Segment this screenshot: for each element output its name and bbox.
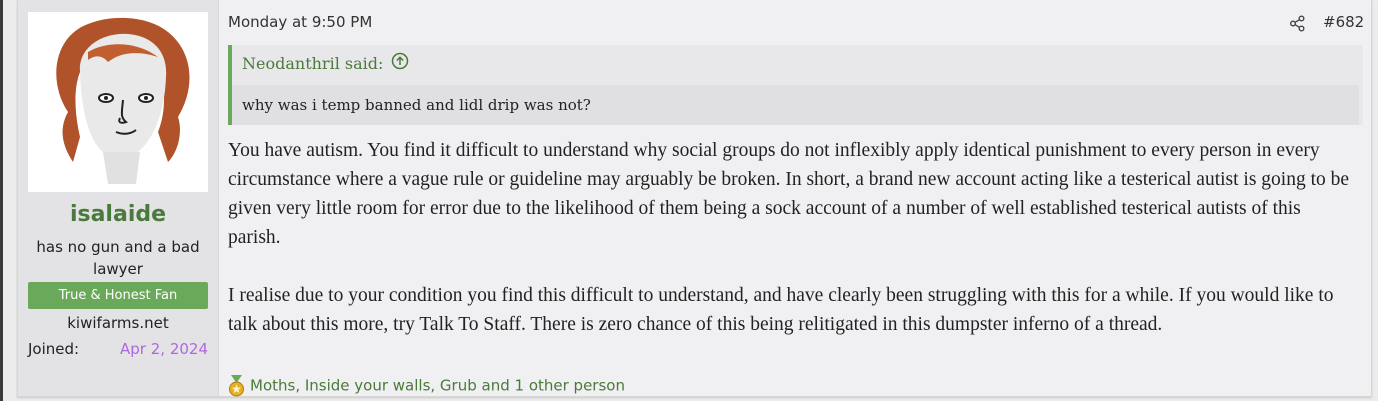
post-paragraph: You have autism. You find it difficult t… — [228, 140, 1350, 248]
post-main: Monday at 9:50 PM #682 Neodanthril said:… — [228, 0, 1364, 397]
quote-text: why was i temp banned and lidl drip was … — [232, 85, 1359, 125]
post-date[interactable]: Monday at 9:50 PM — [228, 13, 372, 31]
reactions-bar[interactable]: Moths, Inside your walls, Grub and 1 oth… — [228, 375, 625, 397]
quote-header[interactable]: Neodanthril said: — [232, 45, 1369, 83]
post-paragraph: I realise due to your condition you find… — [228, 285, 1334, 335]
post-number-link[interactable]: #682 — [1323, 13, 1364, 31]
reaction-list[interactable]: Moths, Inside your walls, Grub and 1 oth… — [250, 377, 625, 395]
user-panel: isalaide has no gun and a bad lawyer Tru… — [18, 0, 219, 396]
avatar-image — [28, 12, 208, 192]
user-site: kiwifarms.net — [67, 314, 169, 332]
username[interactable]: isalaide — [18, 202, 218, 227]
arrow-up-circle-icon[interactable] — [391, 46, 409, 84]
joined-date: Apr 2, 2024 — [120, 340, 208, 358]
avatar[interactable] — [28, 12, 208, 192]
quote-author[interactable]: Neodanthril said: — [242, 54, 383, 73]
quote-block: Neodanthril said: why was i temp banned … — [228, 45, 1363, 125]
post-body: You have autism. You find it difficult t… — [228, 136, 1356, 339]
user-title: has no gun and a bad lawyer — [36, 238, 200, 278]
window-edge — [0, 0, 3, 401]
share-icon[interactable] — [1289, 15, 1306, 32]
forum-post: isalaide has no gun and a bad lawyer Tru… — [17, 0, 1372, 397]
medal-icon — [228, 375, 245, 397]
user-banner: True & Honest Fan — [28, 282, 208, 309]
joined-label: Joined: — [28, 340, 80, 358]
